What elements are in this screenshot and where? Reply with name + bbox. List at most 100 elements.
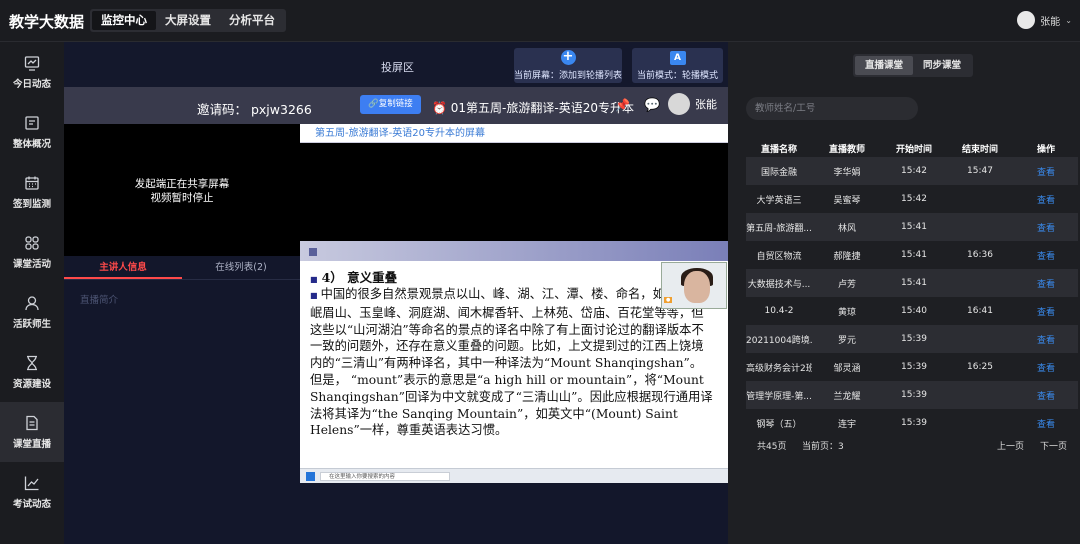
table-row: 大数据技术与... 卢芳 15:41 查看	[746, 269, 1078, 297]
user-menu[interactable]: 张能 ⌄	[1017, 11, 1072, 29]
tab-host-info[interactable]: 主讲人信息	[64, 256, 182, 279]
live-list-panel: 直播课堂 同步课堂 直播名称 直播教师 开始时间 结束时间 操作 国际金融 李华娟…	[728, 42, 1080, 544]
sidebar-item-label: 活跃师生	[12, 318, 51, 330]
tab-live-classroom[interactable]: 直播课堂	[855, 56, 913, 75]
slide-header-band	[300, 241, 728, 261]
view-link[interactable]: 查看	[1037, 336, 1055, 346]
copy-link-button[interactable]: 🔗复制链接	[360, 95, 421, 114]
teacher-camera-thumbnail: ●	[661, 262, 727, 309]
nav-screen-settings[interactable]: 大屏设置	[156, 11, 220, 30]
table-cell: 查看	[1014, 221, 1078, 234]
table-cell: 15:41	[901, 278, 927, 288]
clock-icon: ⏰	[432, 101, 451, 115]
chevron-down-icon: ⌄	[1065, 15, 1072, 25]
prev-page-button[interactable]: 上一页	[997, 439, 1024, 452]
table-cell: 15:42	[901, 166, 927, 176]
pagination: 共45页 当前页：3 上一页 下一页	[746, 439, 1078, 453]
view-link[interactable]: 查看	[1037, 420, 1055, 430]
teacher-search-input[interactable]	[746, 97, 918, 120]
table-cell: 郝隆捷	[833, 251, 861, 262]
top-nav: 监控中心 大屏设置 分析平台	[90, 9, 286, 32]
camera-face	[684, 271, 710, 303]
table-cell: 高级财务会计2班	[746, 363, 812, 374]
slide-heading: ■ 4） 意义重叠	[310, 267, 397, 286]
video-paused-panel: 发起端正在共享屏幕 视频暂时停止	[64, 124, 300, 256]
overview-icon	[25, 115, 39, 130]
taskbar-search: 在这里输入你要搜索的内容	[320, 472, 450, 481]
table-cell: 15:39	[901, 390, 927, 400]
table-cell: 16:41	[967, 306, 993, 316]
table-cell: 黄琼	[837, 307, 856, 318]
table-cell: 兰龙耀	[833, 391, 861, 402]
slide-paragraph: ■ 中国的很多自然景观景点以山、峰、湖、江、潭、楼、命名，如泰山、岷眉山、玉皇峰、…	[310, 286, 714, 439]
table-cell: 15:41	[901, 250, 927, 260]
carousel-mode-label: 当前模式：轮播模式	[636, 70, 718, 81]
table-cell: 查看	[1014, 277, 1078, 290]
table-cell: 查看	[1014, 165, 1078, 178]
next-page-button[interactable]: 下一页	[1040, 439, 1067, 452]
current-page: 当前页：3	[802, 442, 844, 452]
info-tabs: 主讲人信息 在线列表(2)	[64, 256, 300, 280]
column-header: 直播教师	[828, 144, 865, 155]
table-cell: 吴蜜琴	[833, 195, 861, 206]
nav-monitor-center[interactable]: 监控中心	[92, 11, 156, 30]
sidebar-item-exam[interactable]: 考试动态	[0, 462, 64, 522]
top-bar: 教学大数据 监控中心 大屏设置 分析平台 张能 ⌄	[0, 0, 1080, 42]
sidebar-item-overview[interactable]: 整体概况	[0, 102, 64, 162]
chat-icon[interactable]: 💬	[644, 98, 660, 113]
view-link[interactable]: 查看	[1037, 168, 1055, 178]
nav-analysis-platform[interactable]: 分析平台	[220, 11, 284, 30]
table-cell: 查看	[1014, 361, 1078, 374]
sidebar-item-activity[interactable]: 课堂活动	[0, 222, 64, 282]
shared-screen-background	[300, 143, 728, 241]
table-cell: 15:39	[901, 334, 927, 344]
table-cell: 15:47	[967, 166, 993, 176]
sidebar-item-today[interactable]: 今日动态	[0, 42, 64, 102]
sidebar-item-live[interactable]: 课堂直播	[0, 402, 64, 462]
view-link[interactable]: 查看	[1037, 224, 1055, 234]
paused-message-line1: 发起端正在共享屏幕	[134, 178, 230, 190]
view-link[interactable]: 查看	[1037, 392, 1055, 402]
table-cell: 查看	[1014, 305, 1078, 318]
tab-sync-classroom[interactable]: 同步课堂	[913, 56, 971, 75]
carousel-mode-button[interactable]: A 当前模式：轮播模式	[632, 48, 723, 83]
table-cell: 林风	[837, 223, 856, 234]
cast-area: 投屏区 + 当前屏幕：添加到轮播列表 A 当前模式：轮播模式 邀请码： pxjw…	[64, 42, 728, 544]
sidebar-item-label: 课堂直播	[12, 438, 51, 450]
shared-taskbar: 在这里输入你要搜索的内容	[300, 468, 728, 483]
sidebar-item-active-users[interactable]: 活跃师生	[0, 282, 64, 342]
shared-slide: ■ 4） 意义重叠 ■ 中国的很多自然景观景点以山、峰、湖、江、潭、楼、命名，如泰山…	[300, 241, 728, 483]
live-intro: 直播简介	[80, 295, 119, 306]
meeting-title: ⏰ 01第五周-旅游翻译-英语20专升本	[432, 99, 634, 116]
paused-message-line2: 视频暂时停止	[150, 192, 214, 204]
brand-title: 教学大数据	[9, 13, 85, 31]
document-icon	[26, 415, 38, 430]
camera-tag: ●	[664, 297, 673, 303]
host-avatar	[668, 93, 690, 115]
table-cell: 查看	[1014, 417, 1078, 430]
add-to-carousel-button[interactable]: + 当前屏幕：添加到轮播列表	[514, 48, 622, 83]
host-name: 张能	[695, 98, 717, 111]
tab-online-list[interactable]: 在线列表(2)	[182, 256, 300, 279]
table-cell: 15:42	[901, 194, 927, 204]
column-header: 开始时间	[895, 144, 932, 155]
table-cell: 查看	[1014, 389, 1078, 402]
link-icon: 🔗	[368, 99, 379, 109]
table-cell: 16:36	[967, 250, 993, 260]
table-row: 10.4-2 黄琼 15:40 16:41 查看	[746, 297, 1078, 325]
sidebar-item-checkin[interactable]: 签到监测	[0, 162, 64, 222]
table-cell: 15:39	[901, 418, 927, 428]
copy-link-label: 复制链接	[378, 99, 413, 109]
slide-paragraph-text: 中国的很多自然景观景点以山、峰、湖、江、潭、楼、命名，如泰山、岷眉山、玉皇峰、洞…	[310, 287, 713, 438]
table-cell: 16:25	[967, 362, 993, 372]
pin-icon[interactable]: 📌	[615, 98, 630, 112]
view-link[interactable]: 查看	[1037, 196, 1055, 206]
table-row: 管理学原理-第... 兰龙耀 15:39 查看	[746, 381, 1078, 409]
view-link[interactable]: 查看	[1037, 308, 1055, 318]
view-link[interactable]: 查看	[1037, 364, 1055, 374]
bullet-icon: ■	[310, 274, 318, 284]
meeting-bar: 邀请码： pxjw3266 🔗复制链接 ⏰ 01第五周-旅游翻译-英语20专升本…	[64, 87, 728, 124]
view-link[interactable]: 查看	[1037, 252, 1055, 262]
view-link[interactable]: 查看	[1037, 280, 1055, 290]
sidebar-item-resources[interactable]: 资源建设	[0, 342, 64, 402]
